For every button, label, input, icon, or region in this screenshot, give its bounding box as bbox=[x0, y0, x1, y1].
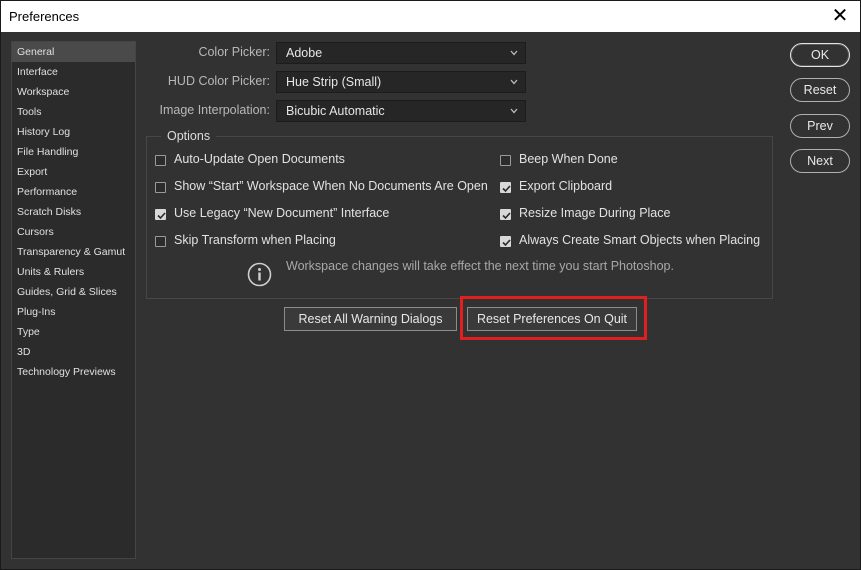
sidebar-item-export[interactable]: Export bbox=[12, 162, 135, 182]
color-picker-select[interactable]: Adobe bbox=[276, 42, 526, 64]
sidebar-item-units-rulers[interactable]: Units & Rulers bbox=[12, 262, 135, 282]
ok-button[interactable]: OK bbox=[790, 43, 850, 67]
sidebar-item-type[interactable]: Type bbox=[12, 322, 135, 342]
sidebar-item-workspace[interactable]: Workspace bbox=[12, 82, 135, 102]
smart-objects-label: Always Create Smart Objects when Placing bbox=[519, 233, 761, 247]
dialog-title: Preferences bbox=[9, 9, 80, 24]
sidebar-item-performance[interactable]: Performance bbox=[12, 182, 135, 202]
checkmark-icon bbox=[500, 209, 511, 220]
chevron-down-icon bbox=[510, 79, 518, 85]
legacy-new-document-label: Use Legacy “New Document” Interface bbox=[174, 206, 390, 220]
highlight-box bbox=[460, 296, 647, 340]
sidebar-item-technology-previews[interactable]: Technology Previews bbox=[12, 362, 135, 382]
chevron-down-icon bbox=[510, 108, 518, 114]
prev-button[interactable]: Prev bbox=[790, 114, 850, 138]
resize-image-label: Resize Image During Place bbox=[519, 206, 671, 220]
checkmark-icon bbox=[155, 209, 166, 220]
image-interpolation-select[interactable]: Bicubic Automatic bbox=[276, 100, 526, 122]
category-sidebar: General Interface Workspace Tools Histor… bbox=[11, 41, 136, 559]
checkbox-icon bbox=[155, 155, 166, 166]
preferences-dialog: Preferences ✕ General Interface Workspac… bbox=[0, 0, 861, 570]
reset-button[interactable]: Reset bbox=[790, 78, 850, 102]
sidebar-item-scratch-disks[interactable]: Scratch Disks bbox=[12, 202, 135, 222]
reset-warning-dialogs-button[interactable]: Reset All Warning Dialogs bbox=[284, 307, 457, 331]
sidebar-item-history-log[interactable]: History Log bbox=[12, 122, 135, 142]
hud-color-picker-value: Hue Strip (Small) bbox=[286, 75, 382, 89]
sidebar-item-file-handling[interactable]: File Handling bbox=[12, 142, 135, 162]
checkmark-icon bbox=[500, 182, 511, 193]
checkmark-icon bbox=[500, 236, 511, 247]
auto-update-label: Auto-Update Open Documents bbox=[174, 152, 345, 166]
info-icon bbox=[247, 262, 272, 287]
title-bar: Preferences ✕ bbox=[1, 1, 860, 32]
chevron-down-icon bbox=[510, 50, 518, 56]
image-interpolation-label: Image Interpolation: bbox=[159, 103, 271, 117]
sidebar-item-transparency-gamut[interactable]: Transparency & Gamut bbox=[12, 242, 135, 262]
image-interpolation-value: Bicubic Automatic bbox=[286, 104, 385, 118]
color-picker-label: Color Picker: bbox=[198, 45, 270, 59]
checkbox-icon bbox=[155, 236, 166, 247]
show-start-workspace-label: Show “Start” Workspace When No Documents… bbox=[174, 179, 488, 193]
sidebar-item-guides-grid-slices[interactable]: Guides, Grid & Slices bbox=[12, 282, 135, 302]
info-message: Workspace changes will take effect the n… bbox=[286, 259, 674, 273]
hud-color-picker-label: HUD Color Picker: bbox=[167, 74, 270, 88]
sidebar-item-interface[interactable]: Interface bbox=[12, 62, 135, 82]
checkbox-icon bbox=[155, 182, 166, 193]
beep-when-done-label: Beep When Done bbox=[519, 152, 618, 166]
sidebar-item-3d[interactable]: 3D bbox=[12, 342, 135, 362]
checkbox-icon bbox=[500, 155, 511, 166]
sidebar-item-cursors[interactable]: Cursors bbox=[12, 222, 135, 242]
color-picker-value: Adobe bbox=[286, 46, 323, 60]
sidebar-item-general[interactable]: General bbox=[12, 42, 135, 62]
sidebar-item-tools[interactable]: Tools bbox=[12, 102, 135, 122]
export-clipboard-label: Export Clipboard bbox=[519, 179, 613, 193]
dialog-body: General Interface Workspace Tools Histor… bbox=[1, 32, 860, 569]
close-icon[interactable]: ✕ bbox=[828, 4, 852, 28]
hud-color-picker-select[interactable]: Hue Strip (Small) bbox=[276, 71, 526, 93]
next-button[interactable]: Next bbox=[790, 149, 850, 173]
options-legend: Options bbox=[161, 129, 217, 143]
skip-transform-label: Skip Transform when Placing bbox=[174, 233, 336, 247]
sidebar-item-plug-ins[interactable]: Plug-Ins bbox=[12, 302, 135, 322]
